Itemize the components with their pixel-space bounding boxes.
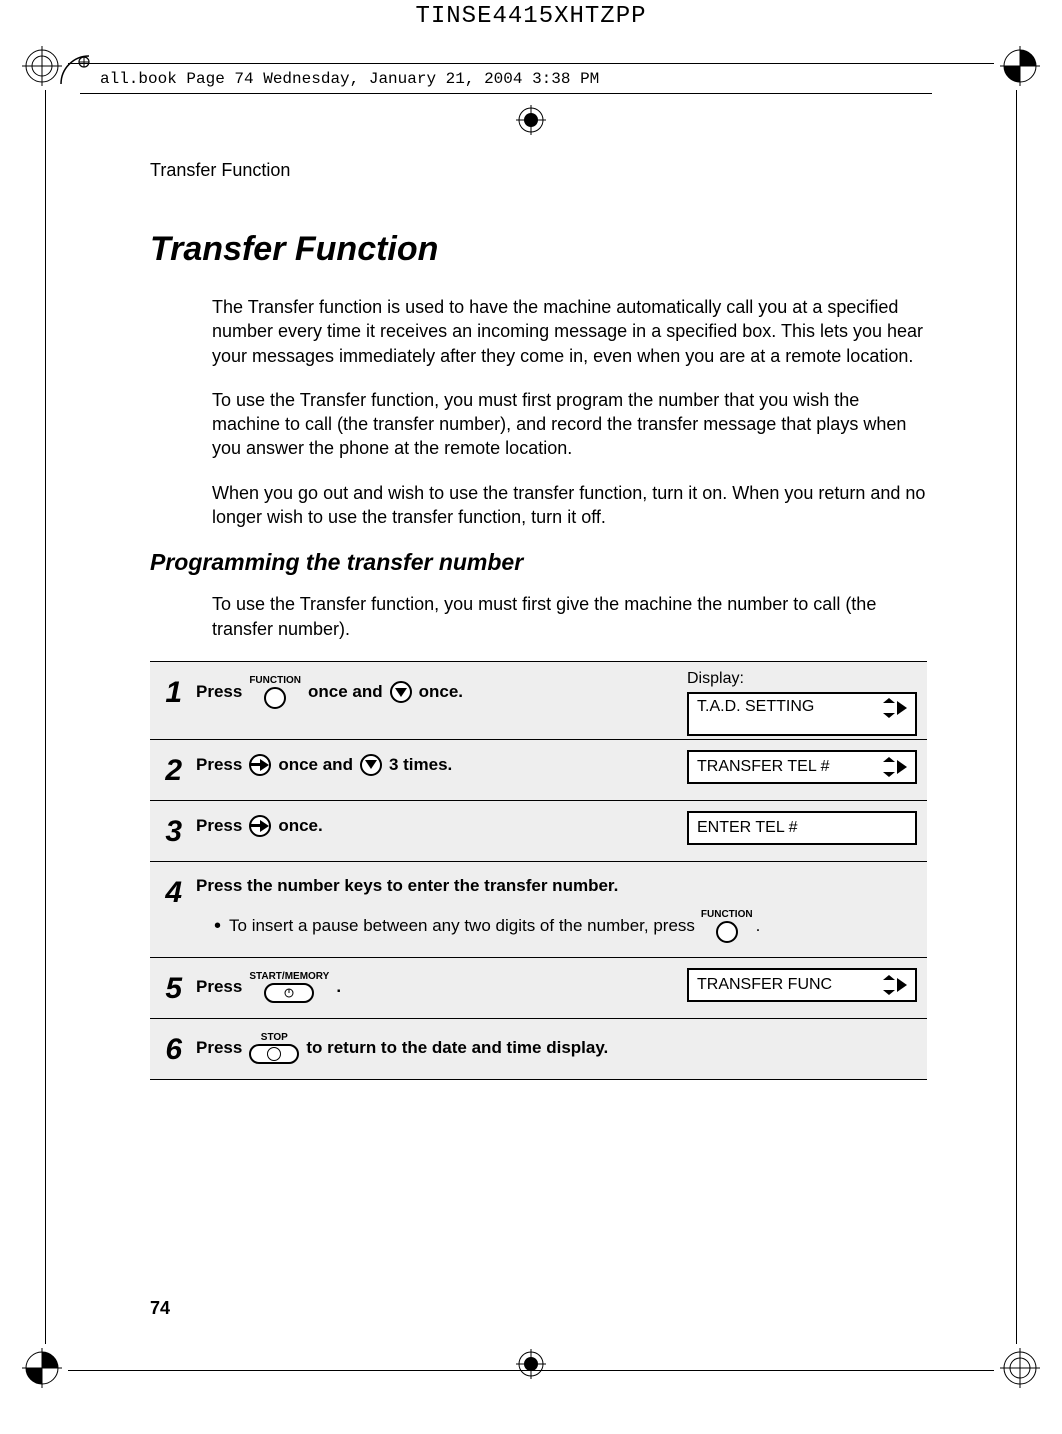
crop-line [45,90,46,1344]
crop-line [68,63,994,64]
step-number: 2 [150,754,196,786]
right-button-icon [249,815,271,837]
page-title: Transfer Function [150,230,927,269]
step-number: 1 [150,676,196,708]
step-row: 4 Press the number keys to enter the tra… [150,862,927,958]
step-text: Press [196,1038,242,1058]
header-code: TINSE4415XHTZPP [415,3,646,30]
step-text: Press [196,816,242,836]
step-number: 4 [150,876,196,908]
step-text: Press the number keys to enter the trans… [196,876,618,896]
step-text: . [756,916,761,936]
step-text: Press [196,977,242,997]
crop-line [68,1370,994,1371]
nav-arrows-icon [883,757,907,777]
down-button-icon [360,754,382,776]
step-text: to return to the date and time display. [306,1038,608,1058]
step-text: once and [308,682,383,702]
button-label: STOP [261,1033,288,1043]
step-text: once. [419,682,463,702]
bullet-text: To insert a pause between any two digits… [229,916,695,936]
paragraph: The Transfer function is used to have th… [212,295,927,368]
right-button-icon [249,754,271,776]
step-text: . [336,977,341,997]
display-text: T.A.D. SETTING [697,698,814,716]
step-number: 5 [150,972,196,1004]
display-box: ENTER TEL # [687,811,917,845]
step-text: once. [278,816,322,836]
step-row: 1 Press FUNCTION once and once. Display: [150,662,927,740]
button-label: START/MEMORY [249,972,329,982]
stop-button-icon: STOP [249,1033,299,1064]
start-memory-button-icon: START/MEMORY [249,972,329,1003]
nav-arrows-icon [883,975,907,995]
display-text: TRANSFER TEL # [697,758,829,776]
book-info: all.book Page 74 Wednesday, January 21, … [100,70,599,88]
function-button-icon: FUNCTION [701,910,753,943]
section-title: Programming the transfer number [150,549,927,576]
steps-table: 1 Press FUNCTION once and once. Display: [150,661,927,1080]
display-text: TRANSFER FUNC [697,976,832,994]
step-number: 6 [150,1033,196,1065]
step-text: Press [196,682,242,702]
button-label: FUNCTION [249,676,301,686]
registration-mark-icon [22,46,62,86]
step-text: once and [278,755,353,775]
step-text: 3 times. [389,755,452,775]
step-row: 6 Press STOP to return to the date and t… [150,1019,927,1079]
button-label: FUNCTION [701,910,753,920]
page-number: 74 [150,1298,170,1319]
arc-icon [60,55,90,85]
registration-mark-icon [516,105,546,135]
book-info-line [80,93,932,94]
step-row: 2 Press once and 3 times. TRANSFER TEL # [150,740,927,801]
registration-mark-icon [22,1348,62,1388]
paragraph: When you go out and wish to use the tran… [212,481,927,530]
step-row: 3 Press once. ENTER TEL # [150,801,927,862]
display-box: TRANSFER TEL # [687,750,917,784]
step-text: Press [196,755,242,775]
down-button-icon [390,681,412,703]
running-header: Transfer Function [150,160,290,181]
nav-arrows-icon [883,698,907,718]
display-box: T.A.D. SETTING [687,692,917,736]
step-number: 3 [150,815,196,847]
crop-line [1016,90,1017,1344]
bullet-item: To insert a pause between any two digits… [214,910,919,943]
function-button-icon: FUNCTION [249,676,301,709]
paragraph: To use the Transfer function, you must f… [212,592,927,641]
registration-mark-icon [1000,1348,1040,1388]
paragraph: To use the Transfer function, you must f… [212,388,927,461]
registration-mark-icon [1000,46,1040,86]
display-box: TRANSFER FUNC [687,968,917,1002]
step-row: 5 Press START/MEMORY . TRANSFER FUNC [150,958,927,1019]
registration-mark-icon [516,1349,546,1379]
display-label: Display: [687,670,917,688]
display-text: ENTER TEL # [697,819,797,837]
